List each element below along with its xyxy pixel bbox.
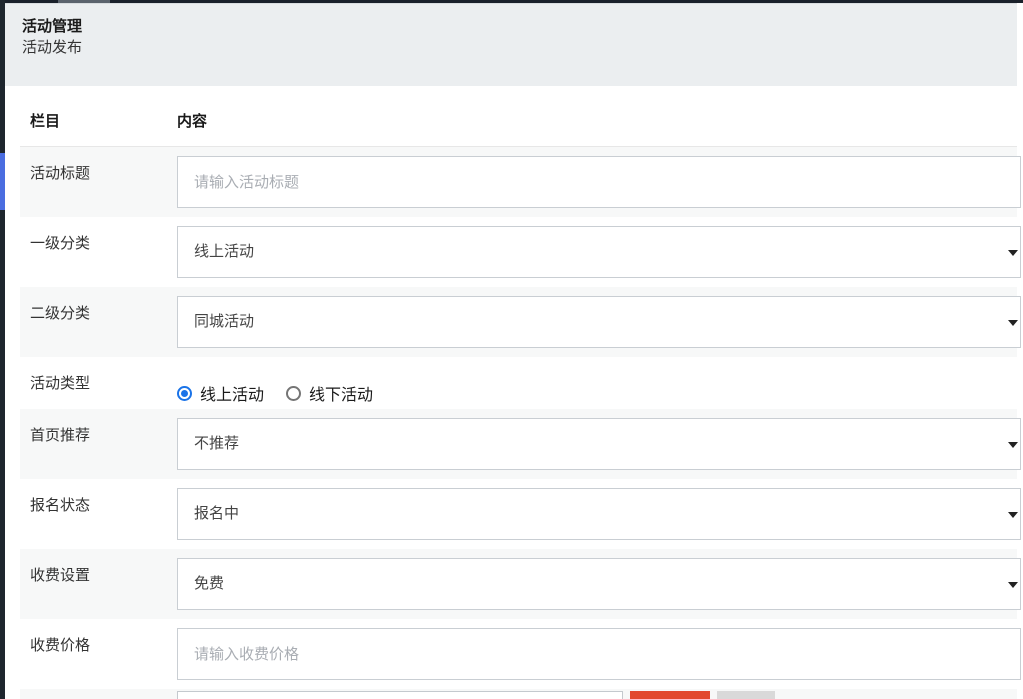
activity-title-input[interactable] — [178, 157, 1020, 207]
dropdown-caret-icon — [1008, 250, 1018, 256]
row-label: 活动标题 — [20, 147, 177, 217]
sidebar-active-indicator — [0, 153, 5, 210]
row-label: 收费价格 — [20, 619, 177, 689]
left-sidebar-sliver — [0, 0, 5, 699]
signup-status-select[interactable]: 报名中 — [177, 488, 1021, 540]
row-label: 报名状态 — [20, 479, 177, 549]
column-header-content: 内容 — [177, 110, 207, 131]
activity-form-table: 栏目 内容 活动标题 一级分类 线上活动 二级分类 同城活动 — [20, 95, 1017, 699]
activity-title-field — [177, 156, 1021, 208]
selected-value: 线上活动 — [178, 227, 1020, 277]
radio-online-activity[interactable]: 线上活动 — [177, 381, 264, 405]
row-label: 收费设置 — [20, 549, 177, 619]
row-category-level1: 一级分类 线上活动 — [20, 217, 1017, 287]
dropdown-caret-icon — [1008, 320, 1018, 326]
radio-unselected-icon — [286, 386, 301, 401]
radio-selected-icon — [177, 386, 192, 401]
row-partial-clipped — [20, 689, 1017, 699]
row-label: 活动类型 — [20, 357, 177, 409]
row-label: 二级分类 — [20, 287, 177, 357]
category-level2-select[interactable]: 同城活动 — [177, 296, 1021, 348]
row-signup-status: 报名状态 报名中 — [20, 479, 1017, 549]
fee-price-field — [177, 628, 1021, 680]
dropdown-caret-icon — [1008, 442, 1018, 448]
row-fee-setting: 收费设置 免费 — [20, 549, 1017, 619]
page-title: 活动管理 — [22, 16, 1017, 37]
dropdown-caret-icon — [1008, 512, 1018, 518]
row-activity-type: 活动类型 线上活动 线下活动 — [20, 357, 1017, 409]
selected-value: 报名中 — [178, 489, 1020, 539]
category-level1-select[interactable]: 线上活动 — [177, 226, 1021, 278]
selected-value: 同城活动 — [178, 297, 1020, 347]
page-header: 活动管理 活动发布 — [5, 4, 1017, 86]
radio-offline-activity[interactable]: 线下活动 — [286, 381, 373, 405]
row-label: 一级分类 — [20, 217, 177, 287]
row-home-recommend: 首页推荐 不推荐 — [20, 409, 1017, 479]
breadcrumb-subtitle: 活动发布 — [22, 37, 1017, 58]
home-recommend-select[interactable]: 不推荐 — [177, 418, 1021, 470]
row-activity-title: 活动标题 — [20, 147, 1017, 217]
selected-value: 免费 — [178, 559, 1020, 609]
dropdown-caret-icon — [1008, 582, 1018, 588]
partial-gray-button[interactable] — [717, 691, 775, 699]
partial-red-button[interactable] — [630, 691, 710, 699]
activity-type-radio-group: 线上活动 线下活动 — [177, 381, 1017, 405]
fee-setting-select[interactable]: 免费 — [177, 558, 1021, 610]
row-label: 首页推荐 — [20, 409, 177, 479]
row-fee-price: 收费价格 — [20, 619, 1017, 689]
fee-price-input[interactable] — [178, 629, 1020, 679]
column-header-label: 栏目 — [20, 110, 177, 131]
selected-value: 不推荐 — [178, 419, 1020, 469]
partial-field-top[interactable] — [177, 691, 623, 699]
row-category-level2: 二级分类 同城活动 — [20, 287, 1017, 357]
table-header-row: 栏目 内容 — [20, 95, 1017, 147]
